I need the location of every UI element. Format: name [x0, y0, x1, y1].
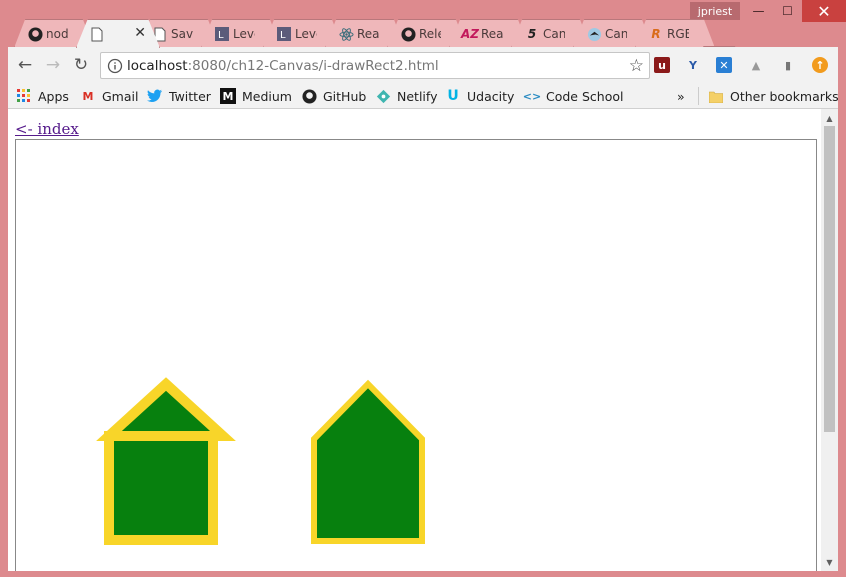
- bird-icon: [586, 26, 602, 42]
- url-path: :8080/ch12-Canvas/i-drawRect2.html: [187, 58, 439, 74]
- page-viewport: <- index ▲ ▼: [8, 109, 838, 571]
- html5-icon: 5: [527, 27, 537, 41]
- apps-grid-icon: [16, 88, 32, 104]
- udacity-icon: U: [447, 88, 459, 104]
- bookmark-label: Twitter: [169, 88, 211, 104]
- svg-text:L: L: [280, 30, 286, 41]
- tab-rgb[interactable]: R RGB: [635, 19, 715, 48]
- folder-icon: [708, 88, 724, 104]
- url-host: localhost: [127, 58, 188, 74]
- github-icon: [400, 26, 416, 42]
- bookmarks-bar: Apps M Gmail Twitter M Medium GitHub Net…: [8, 83, 839, 109]
- tab-title: nod: [46, 27, 68, 41]
- bookmark-apps[interactable]: Apps: [16, 87, 69, 105]
- info-icon[interactable]: [107, 58, 123, 74]
- tab-title: Rele: [419, 27, 441, 41]
- tab-title: Leve: [233, 27, 255, 41]
- code-icon: <>: [522, 89, 542, 103]
- window-controls: — ☐ ✕: [744, 0, 846, 22]
- az-icon: AZ: [461, 27, 479, 41]
- index-link[interactable]: <- index: [15, 120, 79, 138]
- bookmark-label: GitHub: [323, 88, 367, 104]
- back-icon[interactable]: ←: [14, 54, 36, 76]
- maximize-button[interactable]: ☐: [773, 0, 802, 22]
- github-icon: [301, 88, 317, 104]
- xmarks-icon[interactable]: ✕: [716, 57, 732, 73]
- vue-devtools-icon[interactable]: Y: [685, 57, 701, 73]
- twitter-icon: [147, 88, 163, 104]
- reload-icon[interactable]: ↻: [70, 54, 92, 76]
- bookmark-netlify[interactable]: Netlify: [375, 87, 437, 105]
- other-bookmarks-folder[interactable]: Other bookmarks: [708, 87, 839, 105]
- browser-window: jpriest — ☐ ✕ nod ✕ Save: [0, 0, 846, 577]
- tab-title: Rea: [481, 27, 503, 41]
- tab-title: RGB: [667, 27, 689, 41]
- update-icon[interactable]: ↑: [812, 57, 828, 73]
- tab-title: Rea: [357, 27, 379, 41]
- scroll-down-icon[interactable]: ▼: [821, 555, 838, 569]
- levelup-icon: L: [276, 26, 292, 42]
- page-icon: [89, 26, 105, 42]
- bookmarks-overflow-button[interactable]: »: [677, 87, 685, 105]
- ublock-icon[interactable]: u: [654, 57, 670, 73]
- bookmark-gmail[interactable]: M Gmail: [80, 87, 139, 105]
- levelup-icon: L: [214, 26, 230, 42]
- close-window-button[interactable]: ✕: [802, 0, 846, 22]
- netlify-icon: [375, 88, 391, 104]
- house-2: [311, 379, 425, 544]
- canvas-drawing: [96, 377, 425, 545]
- tab-title: Can: [605, 27, 627, 41]
- bookmark-label: Udacity: [467, 88, 515, 104]
- bookmark-label: Netlify: [397, 88, 438, 104]
- bookmark-star-icon[interactable]: ☆: [629, 56, 644, 76]
- bookmark-github[interactable]: GitHub: [301, 87, 366, 105]
- tab-strip: nod ✕ Save L Leve L: [14, 19, 743, 63]
- house-1-walls: [104, 431, 218, 545]
- url-text: localhost:8080/ch12-Canvas/i-drawRect2.h…: [127, 58, 439, 74]
- bookmark-code-school[interactable]: <> Code School: [522, 87, 624, 105]
- vertical-scrollbar[interactable]: ▲ ▼: [821, 109, 838, 571]
- bookmark-label: Medium: [242, 88, 292, 104]
- tab-title: Save: [171, 27, 193, 41]
- house-1-roof: [96, 377, 236, 441]
- react-icon: [338, 26, 354, 42]
- drive-icon[interactable]: ▲: [748, 57, 764, 73]
- bookmark-label: Other bookmarks: [730, 88, 839, 104]
- scroll-thumb[interactable]: [824, 126, 835, 432]
- drawing-canvas: [15, 139, 817, 571]
- toolbar: ← → ↻ localhost:8080/ch12-Canvas/i-drawR…: [8, 47, 838, 83]
- bookmark-label: Gmail: [102, 88, 139, 104]
- bookmark-medium[interactable]: M Medium: [220, 87, 292, 105]
- forward-icon[interactable]: →: [42, 54, 64, 76]
- scroll-up-icon[interactable]: ▲: [821, 111, 838, 125]
- r-icon: R: [651, 27, 661, 41]
- divider: [698, 87, 699, 105]
- tab-active[interactable]: ✕: [76, 19, 160, 48]
- profile-badge[interactable]: jpriest: [690, 2, 740, 20]
- tab-title: Leve: [295, 27, 317, 41]
- bookmark-udacity[interactable]: U Udacity: [445, 87, 514, 105]
- github-icon: [27, 26, 43, 42]
- medium-icon: M: [220, 88, 236, 104]
- close-tab-icon[interactable]: ✕: [134, 25, 146, 41]
- extension-icon[interactable]: ▮: [780, 57, 796, 73]
- svg-text:L: L: [218, 30, 224, 41]
- tab-title: Can: [543, 27, 565, 41]
- gmail-icon: M: [82, 89, 94, 103]
- bookmark-label: Apps: [38, 88, 69, 104]
- minimize-button[interactable]: —: [744, 0, 773, 22]
- address-bar[interactable]: localhost:8080/ch12-Canvas/i-drawRect2.h…: [100, 52, 650, 79]
- bookmark-twitter[interactable]: Twitter: [147, 87, 211, 105]
- bookmark-label: Code School: [546, 88, 624, 104]
